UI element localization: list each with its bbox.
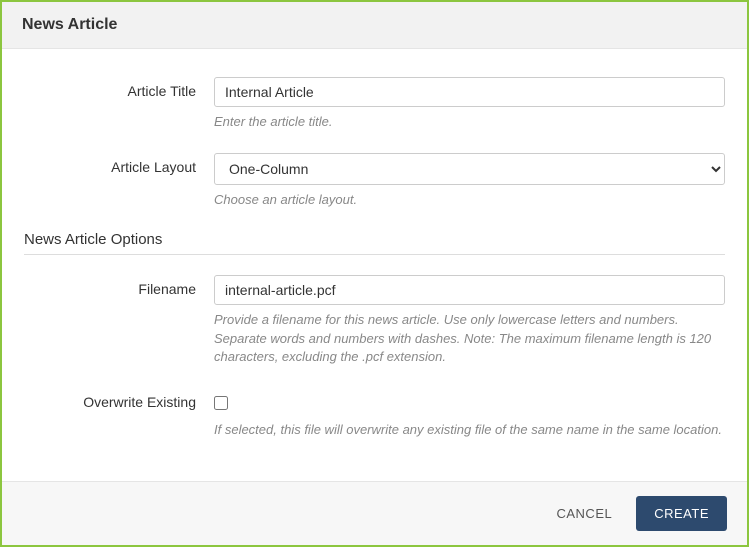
row-filename: Filename Provide a filename for this new… [24, 275, 725, 366]
help-article-layout: Choose an article layout. [214, 191, 725, 209]
modal-footer: CANCEL CREATE [2, 481, 747, 545]
help-filename: Provide a filename for this news article… [214, 311, 725, 366]
news-article-modal: News Article Article Title Enter the art… [0, 0, 749, 547]
row-article-layout: Article Layout One-Column Choose an arti… [24, 153, 725, 209]
row-article-title: Article Title Enter the article title. [24, 77, 725, 131]
section-heading-options: News Article Options [24, 231, 725, 255]
create-button[interactable]: CREATE [636, 496, 727, 531]
modal-header: News Article [2, 2, 747, 49]
row-overwrite: Overwrite Existing If selected, this fil… [24, 388, 725, 439]
label-filename: Filename [24, 275, 214, 297]
modal-title: News Article [22, 16, 727, 34]
label-overwrite: Overwrite Existing [24, 388, 214, 410]
overwrite-checkbox[interactable] [214, 396, 228, 410]
label-article-title: Article Title [24, 77, 214, 99]
filename-input[interactable] [214, 275, 725, 305]
label-article-layout: Article Layout [24, 153, 214, 175]
modal-body: Article Title Enter the article title. A… [2, 49, 747, 481]
article-title-input[interactable] [214, 77, 725, 107]
help-overwrite: If selected, this file will overwrite an… [214, 421, 725, 439]
help-article-title: Enter the article title. [214, 113, 725, 131]
cancel-button[interactable]: CANCEL [546, 498, 622, 529]
article-layout-select[interactable]: One-Column [214, 153, 725, 185]
